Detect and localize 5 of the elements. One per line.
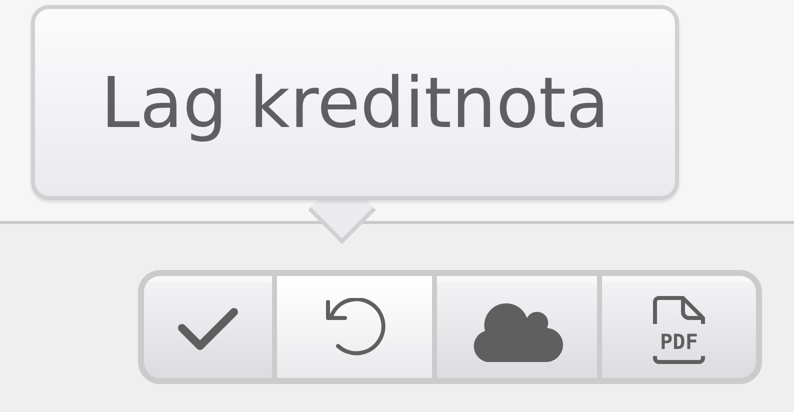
pdf-button[interactable]: PDF — [602, 276, 756, 378]
cloud-button[interactable] — [437, 276, 597, 378]
check-button[interactable] — [144, 276, 272, 378]
undo-button[interactable] — [277, 276, 432, 378]
tooltip: Lag kreditnota — [31, 5, 679, 200]
